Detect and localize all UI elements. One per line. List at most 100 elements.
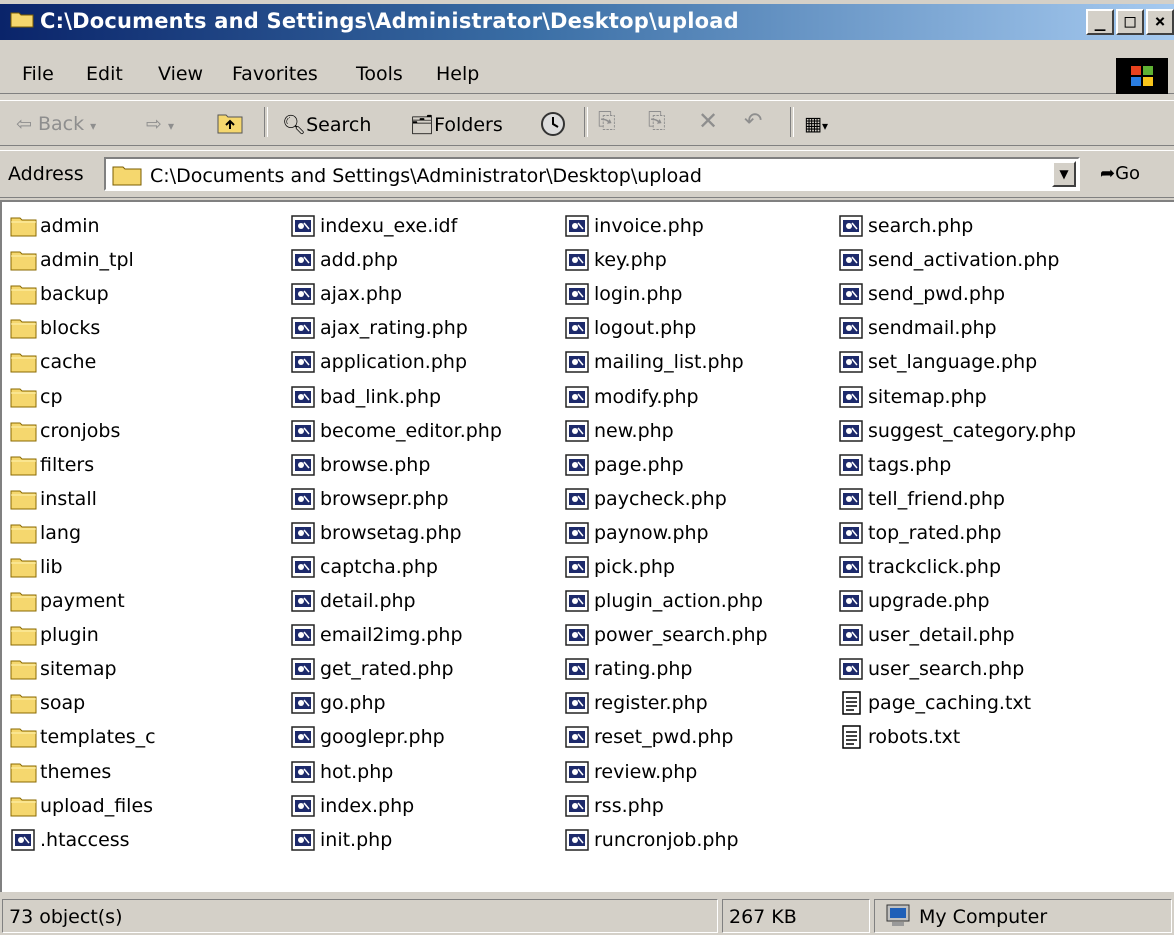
address-value: C:\Documents and Settings\Administrator\… [150,165,702,187]
file-item[interactable]: index.php [290,789,502,823]
address-input[interactable]: C:\Documents and Settings\Administrator\… [104,157,1080,191]
file-item[interactable]: suggest_category.php [838,414,1076,448]
file-item[interactable]: set_language.php [838,345,1076,379]
menu-tools[interactable]: Tools [356,63,403,85]
file-item[interactable]: top_rated.php [838,516,1076,550]
status-location: My Computer [874,899,1172,933]
file-item[interactable]: search.php [838,209,1076,243]
menu-edit[interactable]: Edit [86,63,123,85]
address-dropdown-button[interactable]: ▼ [1052,161,1076,187]
file-item[interactable]: get_rated.php [290,652,502,686]
title-bar[interactable]: C:\Documents and Settings\Administrator\… [0,0,1174,40]
file-item[interactable]: trackclick.php [838,550,1076,584]
history-icon[interactable] [538,110,568,138]
file-item[interactable]: browsetag.php [290,516,502,550]
file-item[interactable]: send_pwd.php [838,277,1076,311]
file-list[interactable]: admin admin_tpl backup blocks cache cp cronjob… [0,200,1174,892]
file-item[interactable]: paynow.php [564,516,768,550]
file-item[interactable]: page.php [564,448,768,482]
file-item[interactable]: login.php [564,277,768,311]
go-button[interactable]: ➦Go [1100,163,1140,184]
file-item[interactable]: robots.txt [838,720,1076,754]
folder-item[interactable]: upload_files [10,789,156,823]
file-item[interactable]: add.php [290,243,502,277]
file-item[interactable]: indexu_exe.idf [290,209,502,243]
file-item[interactable]: send_activation.php [838,243,1076,277]
move-to-icon[interactable]: ⎘ [598,109,616,134]
folder-item[interactable]: backup [10,277,156,311]
file-item[interactable]: key.php [564,243,768,277]
file-item[interactable]: bad_link.php [290,379,502,413]
menu-view[interactable]: View [158,63,203,85]
file-item[interactable]: init.php [290,823,502,857]
file-item[interactable]: ajax_rating.php [290,311,502,345]
file-item[interactable]: page_caching.txt [838,686,1076,720]
file-item[interactable]: ajax.php [290,277,502,311]
close-button[interactable]: × [1146,9,1174,35]
file-item[interactable]: rating.php [564,652,768,686]
maximize-button[interactable]: □ [1116,9,1144,35]
file-item[interactable]: googlepr.php [290,720,502,754]
file-item[interactable]: review.php [564,755,768,789]
folder-item[interactable]: cache [10,345,156,379]
file-item[interactable]: become_editor.php [290,414,502,448]
copy-to-icon[interactable]: ⎘ [648,109,666,134]
file-item[interactable]: hot.php [290,755,502,789]
file-item[interactable]: modify.php [564,379,768,413]
folder-item[interactable]: admin_tpl [10,243,156,277]
folder-item[interactable]: soap [10,686,156,720]
folder-item[interactable]: plugin [10,618,156,652]
views-button[interactable]: ▦▾ [804,113,828,135]
menu-file[interactable]: File [22,63,54,85]
up-folder-icon[interactable] [216,110,244,136]
minimize-button[interactable]: _ [1086,9,1114,35]
menu-help[interactable]: Help [436,63,479,85]
file-item[interactable]: plugin_action.php [564,584,768,618]
file-item[interactable]: paycheck.php [564,482,768,516]
file-item[interactable]: tell_friend.php [838,482,1076,516]
folder-item[interactable]: filters [10,448,156,482]
file-item[interactable]: go.php [290,686,502,720]
file-item[interactable]: register.php [564,686,768,720]
file-item[interactable]: browse.php [290,448,502,482]
back-button[interactable]: ⇦ Back ▾ [16,113,96,135]
folder-item[interactable]: payment [10,584,156,618]
folder-item[interactable]: templates_c [10,720,156,754]
file-item[interactable]: logout.php [564,311,768,345]
file-item[interactable]: upgrade.php [838,584,1076,618]
file-item[interactable]: user_detail.php [838,618,1076,652]
folder-item[interactable]: cp [10,379,156,413]
undo-icon[interactable]: ↶ [744,109,762,134]
file-item[interactable]: power_search.php [564,618,768,652]
folder-item[interactable]: themes [10,755,156,789]
folder-item[interactable]: sitemap [10,652,156,686]
search-button[interactable]: 🔍︎Search [282,113,371,136]
file-item[interactable]: .htaccess [10,823,156,857]
file-item[interactable]: application.php [290,345,502,379]
file-item[interactable]: mailing_list.php [564,345,768,379]
forward-button[interactable]: ⇨ ▾ [146,113,174,135]
folder-item[interactable]: cronjobs [10,414,156,448]
folder-item[interactable]: lang [10,516,156,550]
file-item[interactable]: new.php [564,414,768,448]
file-item[interactable]: sitemap.php [838,379,1076,413]
delete-icon[interactable]: ✕ [698,107,718,135]
file-item[interactable]: browsepr.php [290,482,502,516]
file-item[interactable]: sendmail.php [838,311,1076,345]
file-item[interactable]: captcha.php [290,550,502,584]
file-item[interactable]: email2img.php [290,618,502,652]
file-item[interactable]: reset_pwd.php [564,720,768,754]
file-item[interactable]: tags.php [838,448,1076,482]
file-item[interactable]: user_search.php [838,652,1076,686]
folder-item[interactable]: admin [10,209,156,243]
file-item[interactable]: pick.php [564,550,768,584]
folder-item[interactable]: lib [10,550,156,584]
file-item[interactable]: runcronjob.php [564,823,768,857]
folders-button[interactable]: 🗂︎Folders [410,113,503,136]
folder-item[interactable]: blocks [10,311,156,345]
file-item[interactable]: invoice.php [564,209,768,243]
menu-favorites[interactable]: Favorites [232,63,318,85]
file-item[interactable]: detail.php [290,584,502,618]
file-item[interactable]: rss.php [564,789,768,823]
folder-item[interactable]: install [10,482,156,516]
